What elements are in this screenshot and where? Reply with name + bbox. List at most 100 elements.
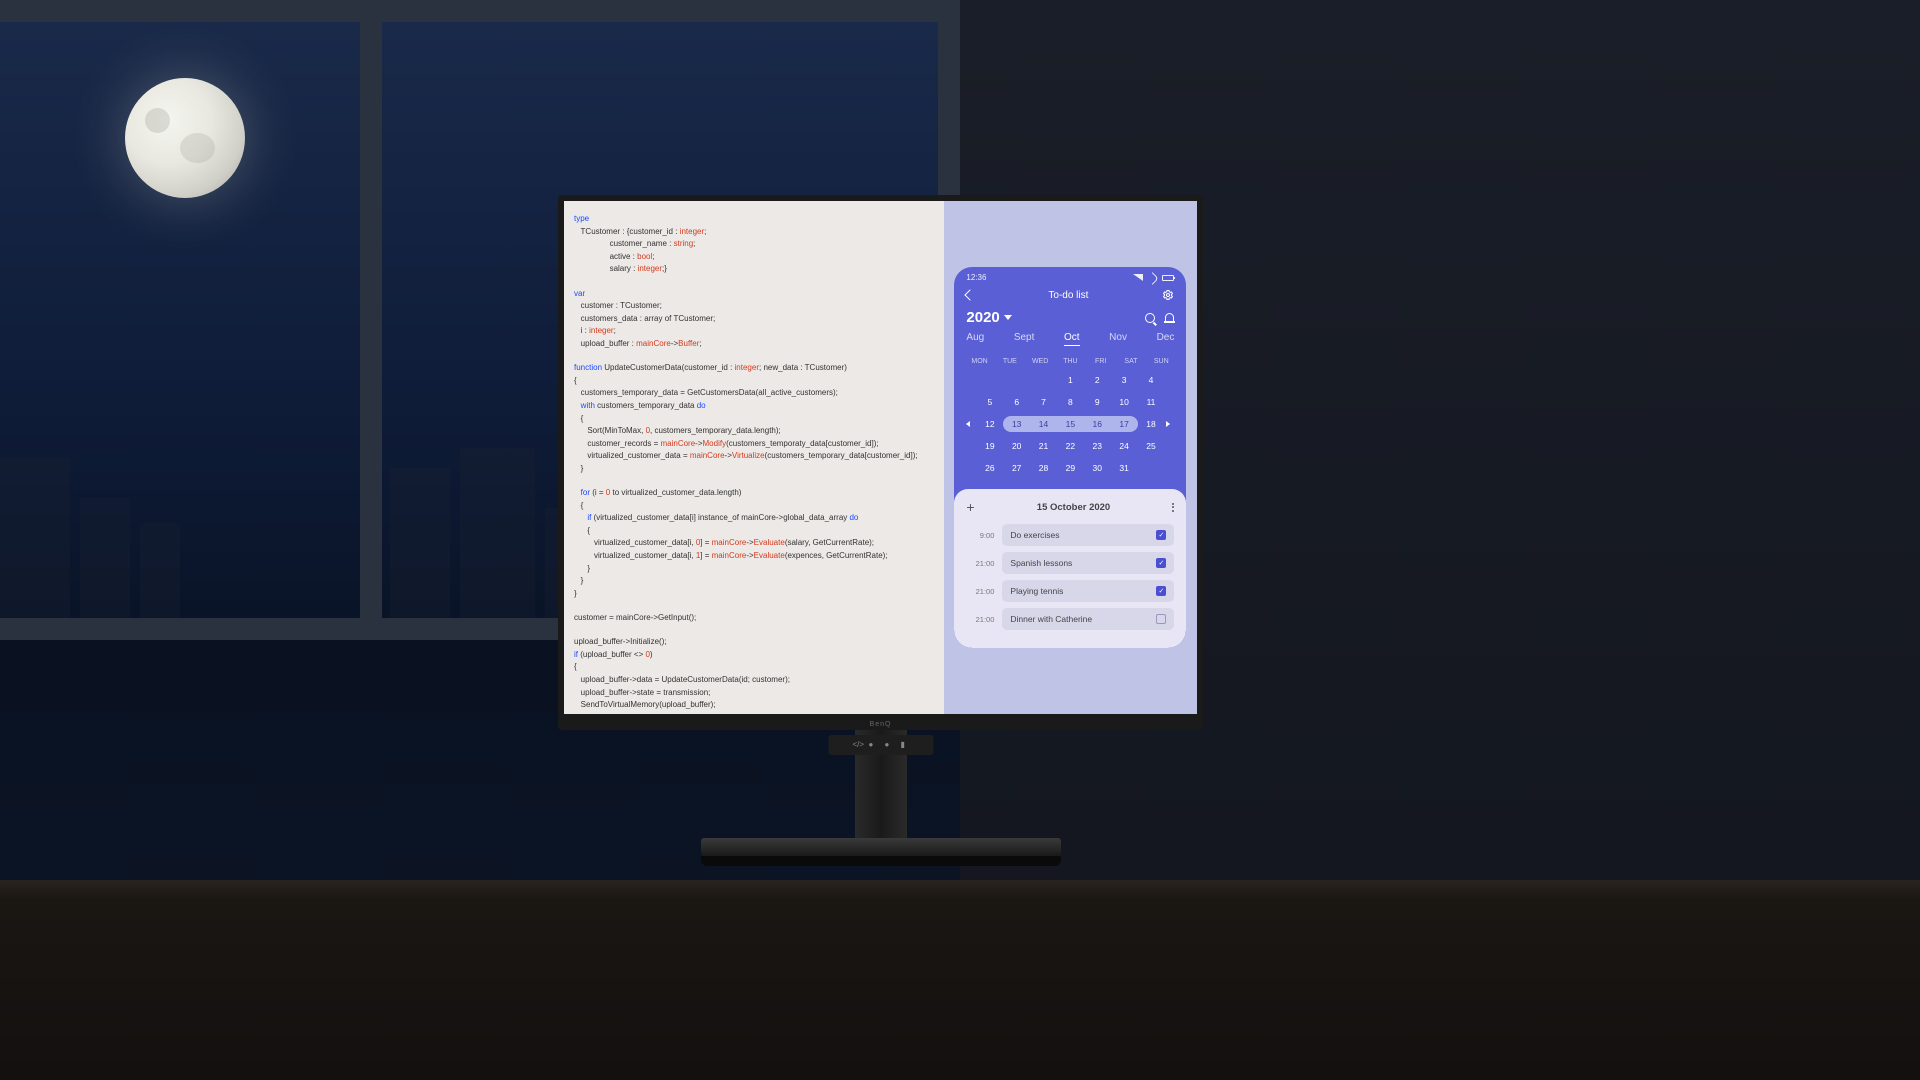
chevron-down-icon (1004, 315, 1012, 320)
phone-preview-panel: 12:36 To-do list (944, 201, 1197, 714)
dock-code-icon: </> (853, 741, 861, 749)
calendar-day (976, 377, 1003, 383)
calendar-day[interactable]: 2 (1084, 372, 1111, 388)
phone-statusbar: 12:36 (954, 267, 1186, 285)
monitor-dock-bar: </> ● ● ▮ (828, 735, 933, 755)
app-bar: To-do list (954, 285, 1186, 309)
todo-list: 9:00Do exercises✓21:00Spanish lessons✓21… (966, 524, 1174, 636)
monitor: type TCustomer : {customer_id : integer;… (558, 195, 1203, 730)
calendar-day[interactable]: 11 (1138, 394, 1165, 410)
todo-checkbox[interactable]: ✓ (1156, 530, 1166, 540)
back-icon[interactable] (965, 289, 976, 300)
calendar-day (1138, 465, 1165, 471)
calendar-day[interactable]: 25 (1138, 438, 1165, 454)
todo-date-label: 15 October 2020 (1037, 502, 1110, 513)
calendar-day[interactable]: 18 (1138, 416, 1165, 432)
todo-time: 21:00 (966, 559, 994, 568)
signal-icon (1133, 274, 1143, 281)
month-tab[interactable]: Aug (966, 332, 984, 346)
calendar-day[interactable]: 20 (1003, 438, 1030, 454)
search-icon[interactable] (1145, 313, 1155, 323)
calendar-day[interactable]: 10 (1111, 394, 1138, 410)
calendar-day[interactable]: 15 (1057, 416, 1084, 432)
window-divider (0, 0, 960, 22)
month-tab[interactable]: Sept (1014, 332, 1035, 346)
calendar-day[interactable]: 13 (1003, 416, 1030, 432)
calendar-day[interactable]: 29 (1057, 460, 1084, 476)
todo-row: 21:00 Playing tennis✓ (966, 580, 1174, 602)
dock-mic-icon: ▮ (901, 741, 909, 749)
calendar-day[interactable]: 19 (976, 438, 1003, 454)
weekday-label: MON (964, 358, 994, 365)
calendar-day[interactable]: 1 (1057, 372, 1084, 388)
more-icon[interactable] (1172, 503, 1174, 512)
weekday-label: SAT (1116, 358, 1146, 365)
calendar-day[interactable]: 5 (976, 394, 1003, 410)
prev-week-icon[interactable] (966, 421, 970, 427)
calendar-day[interactable]: 31 (1111, 460, 1138, 476)
weekday-label: TUE (995, 358, 1025, 365)
weekday-label: FRI (1086, 358, 1116, 365)
calendar-day[interactable]: 21 (1030, 438, 1057, 454)
calendar-day[interactable]: 6 (1003, 394, 1030, 410)
next-week-icon[interactable] (1166, 421, 1170, 427)
year-selector[interactable]: 2020 (966, 309, 1011, 326)
calendar-day[interactable]: 23 (1084, 438, 1111, 454)
calendar-day[interactable]: 14 (1030, 416, 1057, 432)
add-todo-button[interactable]: + (966, 499, 974, 515)
todo-label: Spanish lessons (1010, 558, 1072, 568)
month-tab[interactable]: Nov (1109, 332, 1127, 346)
calendar-day[interactable]: 28 (1030, 460, 1057, 476)
todo-checkbox[interactable]: ✓ (1156, 586, 1166, 596)
calendar-day[interactable]: 12 (976, 416, 1003, 432)
night-scene-background: type TCustomer : {customer_id : integer;… (0, 0, 1920, 1080)
calendar-day (1003, 377, 1030, 383)
calendar-day[interactable]: 17 (1111, 416, 1138, 432)
todo-card: + 15 October 2020 9:00Do exercises✓21:00… (954, 489, 1186, 648)
todo-time: 9:00 (966, 531, 994, 540)
notification-icon[interactable] (1165, 313, 1174, 323)
battery-icon (1162, 275, 1174, 281)
calendar-day[interactable]: 4 (1138, 372, 1165, 388)
calendar-day[interactable]: 24 (1111, 438, 1138, 454)
dock-dot-icon: ● (869, 741, 877, 749)
todo-checkbox[interactable]: ✓ (1156, 558, 1166, 568)
monitor-bezel: type TCustomer : {customer_id : integer;… (558, 195, 1203, 730)
calendar-day[interactable]: 7 (1030, 394, 1057, 410)
statusbar-time: 12:36 (966, 273, 986, 282)
weekday-header: MONTUEWEDTHUFRISATSUN (954, 352, 1186, 369)
calendar-day[interactable]: 3 (1111, 372, 1138, 388)
calendar-grid: 1234567891011121314151617181920212223242… (954, 369, 1186, 489)
phone-frame: 12:36 To-do list (954, 267, 1186, 648)
window-divider (360, 0, 382, 640)
dock-dot-icon: ● (885, 741, 893, 749)
calendar-day[interactable]: 16 (1084, 416, 1111, 432)
todo-item[interactable]: Dinner with Catherine (1002, 608, 1174, 630)
code-content: type TCustomer : {customer_id : integer;… (574, 213, 934, 714)
weekday-label: WED (1025, 358, 1055, 365)
todo-time: 21:00 (966, 587, 994, 596)
wifi-icon (1147, 272, 1160, 285)
todo-item[interactable]: Playing tennis✓ (1002, 580, 1174, 602)
settings-icon[interactable] (1162, 289, 1174, 301)
todo-label: Dinner with Catherine (1010, 614, 1092, 624)
todo-item[interactable]: Do exercises ✓ (1002, 524, 1174, 546)
desk-surface (0, 880, 1920, 1080)
calendar-day[interactable]: 27 (1003, 460, 1030, 476)
calendar-day[interactable]: 22 (1057, 438, 1084, 454)
todo-item[interactable]: Spanish lessons ✓ (1002, 552, 1174, 574)
calendar-day[interactable]: 26 (976, 460, 1003, 476)
month-tabs: Aug Sept Oct Nov Dec (966, 332, 1174, 346)
month-tab[interactable]: Oct (1064, 332, 1080, 346)
todo-label: Do exercises (1010, 530, 1059, 540)
year-label: 2020 (966, 309, 999, 326)
weekday-label: SUN (1146, 358, 1176, 365)
calendar-day[interactable]: 30 (1084, 460, 1111, 476)
calendar-day[interactable]: 8 (1057, 394, 1084, 410)
weekday-label: THU (1055, 358, 1085, 365)
todo-checkbox[interactable] (1156, 614, 1166, 624)
calendar-day[interactable]: 9 (1084, 394, 1111, 410)
todo-row: 9:00 Do exercises ✓ (966, 524, 1174, 546)
month-tab[interactable]: Dec (1157, 332, 1175, 346)
monitor-brand-label: BenQ (870, 721, 892, 728)
